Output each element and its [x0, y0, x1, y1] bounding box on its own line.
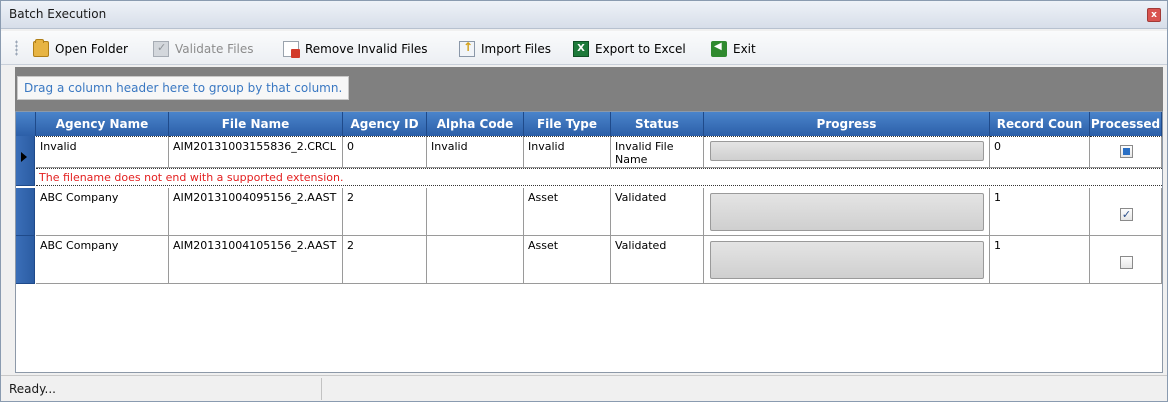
status-text: Ready... [9, 382, 56, 396]
title-bar: Batch Execution x [1, 1, 1167, 29]
cell-agency-name[interactable]: ABC Company [36, 188, 169, 236]
import-files-button[interactable]: Import Files [459, 39, 551, 59]
open-folder-button[interactable]: Open Folder [33, 39, 128, 59]
cell-agency-name[interactable]: ABC Company [36, 236, 169, 284]
remove-invalid-files-label: Remove Invalid Files [305, 42, 428, 56]
processed-checkbox[interactable]: ✓ [1120, 208, 1133, 221]
open-folder-label: Open Folder [55, 42, 128, 56]
progress-bar [710, 241, 984, 279]
exit-label: Exit [733, 42, 756, 56]
progress-bar [710, 141, 984, 161]
cell-agency-id[interactable]: 2 [343, 236, 427, 284]
excel-icon: X [573, 41, 589, 57]
cell-agency-name[interactable]: Invalid [36, 136, 169, 168]
row-selector-1[interactable] [16, 136, 35, 186]
column-header-status[interactable]: Status [611, 112, 704, 136]
toolbar: Open Folder Validate Files Remove Invali… [1, 31, 1167, 65]
group-by-panel[interactable]: Drag a column header here to group by th… [15, 67, 1163, 111]
cell-status[interactable]: Validated [611, 188, 704, 236]
batch-execution-window: Batch Execution x Open Folder Validate F… [0, 0, 1168, 402]
cell-alpha-code[interactable] [427, 188, 524, 236]
toolbar-grip[interactable] [15, 40, 18, 56]
column-header-processed[interactable]: Processed [1090, 112, 1162, 136]
progress-bar [710, 193, 984, 231]
export-to-excel-button[interactable]: X Export to Excel [573, 39, 686, 59]
validate-files-label: Validate Files [175, 42, 254, 56]
close-button[interactable]: x [1147, 8, 1161, 22]
export-to-excel-label: Export to Excel [595, 42, 686, 56]
cell-file-name[interactable]: AIM20131004105156_2.AAST [169, 236, 343, 284]
remove-icon [283, 41, 300, 58]
processed-checkbox[interactable] [1120, 145, 1133, 158]
column-header-agency-name[interactable]: Agency Name [36, 112, 169, 136]
import-icon [459, 40, 475, 57]
cell-file-type[interactable]: Asset [524, 188, 611, 236]
row-selector-2[interactable] [16, 188, 35, 236]
cell-status[interactable]: Validated [611, 236, 704, 284]
cell-record-count[interactable]: 1 [990, 236, 1090, 284]
cell-alpha-code[interactable]: Invalid [427, 136, 524, 168]
processed-checkbox[interactable] [1120, 256, 1133, 269]
remove-invalid-files-button[interactable]: Remove Invalid Files [283, 39, 428, 59]
cell-file-type[interactable]: Invalid [524, 136, 611, 168]
cell-agency-id[interactable]: 0 [343, 136, 427, 168]
import-files-label: Import Files [481, 42, 551, 56]
validate-files-button[interactable]: Validate Files [153, 39, 254, 59]
exit-button[interactable]: Exit [711, 39, 756, 59]
column-header-record-count[interactable]: Record Coun [990, 112, 1090, 136]
cell-record-count[interactable]: 1 [990, 188, 1090, 236]
column-header-agency-id[interactable]: Agency ID [343, 112, 427, 136]
folder-icon [33, 39, 49, 57]
column-header-file-name[interactable]: File Name [169, 112, 343, 136]
row-error-message: The filename does not end with a support… [36, 168, 1162, 186]
cell-agency-id[interactable]: 2 [343, 188, 427, 236]
cell-record-count[interactable]: 0 [990, 136, 1090, 168]
cell-file-name[interactable]: AIM20131004095156_2.AAST [169, 188, 343, 236]
status-divider [321, 378, 322, 400]
status-bar: Ready... [1, 375, 1167, 401]
cell-file-name[interactable]: AIM20131003155836_2.CRCL [169, 136, 343, 168]
exit-icon [711, 41, 727, 57]
batch-files-grid[interactable]: Agency Name File Name Agency ID Alpha Co… [15, 111, 1163, 373]
column-header-file-type[interactable]: File Type [524, 112, 611, 136]
cell-file-type[interactable]: Asset [524, 236, 611, 284]
cell-status[interactable]: Invalid File Name [611, 136, 704, 168]
column-header-progress[interactable]: Progress [704, 112, 990, 136]
row-header-corner [16, 112, 36, 136]
cell-alpha-code[interactable] [427, 236, 524, 284]
validate-icon [153, 41, 169, 57]
column-header-alpha-code[interactable]: Alpha Code [427, 112, 524, 136]
row-selector-3[interactable] [16, 236, 35, 284]
group-by-hint: Drag a column header here to group by th… [17, 76, 350, 100]
window-title: Batch Execution [9, 7, 107, 21]
